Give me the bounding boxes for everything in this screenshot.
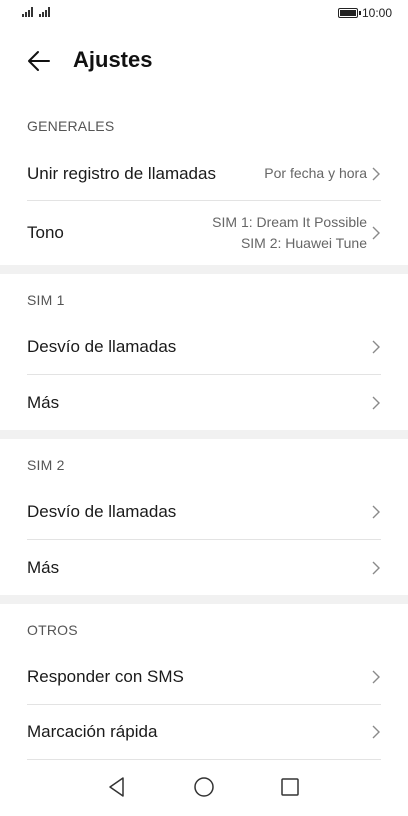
row-value: Por fecha y hora: [264, 165, 367, 181]
section-header-generales: GENERALES: [27, 118, 115, 134]
app-header: Ajustes: [0, 38, 408, 84]
status-time: 10:00: [361, 6, 392, 20]
row-merge-call-log[interactable]: Unir registro de llamadas Por fecha y ho…: [27, 147, 381, 200]
ringtone-sim1: SIM 1: Dream It Possible: [212, 214, 367, 230]
row-label: Tono: [27, 223, 64, 242]
chevron-right-icon: [372, 505, 380, 519]
page-title: Ajustes: [73, 47, 153, 72]
row-speed-dial[interactable]: Marcación rápida: [27, 705, 381, 759]
system-nav-bar: [0, 760, 408, 816]
row-reply-with-sms[interactable]: Responder con SMS: [27, 650, 381, 704]
section-separator: [0, 430, 408, 439]
row-label: Unir registro de llamadas: [27, 163, 216, 183]
row-sim2-more[interactable]: Más: [27, 540, 381, 595]
chevron-right-icon: [372, 725, 380, 739]
section-header-sim2: SIM 2: [27, 457, 65, 473]
section-separator: [0, 265, 408, 274]
chevron-right-icon: [372, 396, 380, 409]
signal-indicators: [22, 7, 50, 17]
row-sim1-more[interactable]: Más: [27, 375, 381, 430]
row-label: Más: [27, 557, 60, 577]
row-label: Desvío de llamadas: [27, 337, 177, 356]
row-sim2-call-forwarding[interactable]: Desvío de llamadas: [27, 485, 381, 539]
back-arrow-icon[interactable]: [26, 48, 52, 74]
row-label: Marcación rápida: [27, 722, 158, 741]
nav-home-icon[interactable]: [192, 775, 216, 799]
chevron-right-icon: [372, 670, 380, 684]
nav-recents-icon[interactable]: [278, 775, 302, 799]
row-label: Más: [27, 392, 60, 412]
row-label: Responder con SMS: [27, 667, 184, 686]
row-value: SIM 1: Dream It Possible SIM 2: Huawei T…: [212, 212, 367, 254]
row-label: Desvío de llamadas: [27, 502, 177, 521]
status-bar: 10:00: [0, 0, 408, 28]
ringtone-sim2: SIM 2: Huawei Tune: [240, 235, 367, 251]
signal-icon: [22, 7, 33, 17]
battery-icon: [337, 8, 361, 18]
row-ringtone[interactable]: Tono SIM 1: Dream It Possible SIM 2: Hua…: [27, 201, 381, 265]
row-sim1-call-forwarding[interactable]: Desvío de llamadas: [27, 320, 381, 374]
chevron-right-icon: [372, 561, 380, 574]
chevron-right-icon: [372, 340, 380, 354]
signal-icon: [39, 7, 50, 17]
chevron-right-icon: [372, 167, 380, 180]
section-separator: [0, 595, 408, 604]
section-header-otros: OTROS: [27, 622, 78, 638]
section-header-sim1: SIM 1: [27, 292, 65, 308]
chevron-right-icon: [372, 226, 380, 240]
nav-back-icon[interactable]: [105, 775, 129, 799]
